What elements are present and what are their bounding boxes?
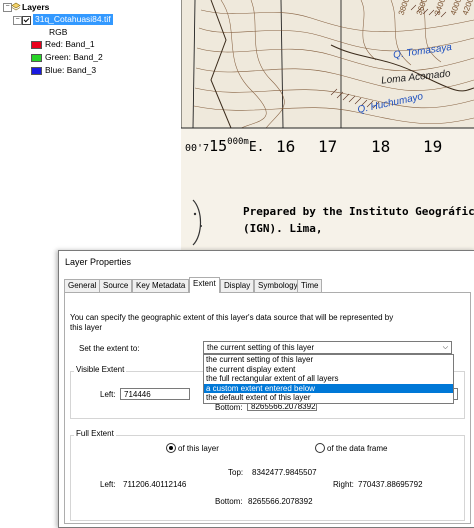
full-extent-title: Full Extent — [74, 429, 116, 438]
band-red-label: Red: Band_1 — [45, 39, 95, 49]
tab-time[interactable]: Time — [297, 279, 323, 292]
full-right-value: 770437.88695792 — [358, 480, 423, 489]
visible-left-field[interactable]: 714446 — [120, 388, 190, 400]
radio-this-layer-label[interactable]: of this layer — [178, 444, 219, 453]
tab-symbology[interactable]: Symbology — [254, 279, 302, 292]
grid-number: 18 — [371, 137, 391, 156]
grid-coordinate-label: 00'715000mE. — [185, 137, 265, 155]
layer-name[interactable]: 31q_Cotahuasi84.tif — [33, 14, 113, 25]
tab-source[interactable]: Source — [99, 279, 133, 292]
tab-key-metadata[interactable]: Key Metadata — [132, 279, 190, 292]
tab-display[interactable]: Display — [220, 279, 255, 292]
renderer-label: RGB — [49, 27, 68, 37]
green-swatch-icon — [31, 54, 42, 62]
dropdown-option[interactable]: the current setting of this layer — [204, 355, 453, 365]
full-top-label: Top: — [228, 468, 244, 477]
layer-properties-dialog: Layer Properties General Source Key Meta… — [58, 250, 474, 528]
red-swatch-icon — [31, 41, 42, 49]
extent-description: You can specify the geographic extent of… — [70, 313, 394, 332]
layers-icon — [11, 2, 21, 11]
map-margin — [134, 0, 181, 250]
full-top-value: 8342477.9845507 — [252, 468, 317, 477]
dialog-title: Layer Properties — [65, 257, 132, 267]
radio-data-frame-label[interactable]: of the data frame — [327, 444, 387, 453]
blue-swatch-icon — [31, 67, 42, 75]
layer-collapse-icon[interactable]: − — [13, 16, 22, 25]
visible-bottom-label: Bottom: — [215, 403, 243, 412]
radio-data-frame[interactable] — [315, 443, 325, 453]
grid-number: 17 — [318, 137, 338, 156]
map-credit: Prepared by the Instituto Geográfico — [243, 205, 474, 218]
dropdown-option[interactable]: the current display extent — [204, 365, 453, 375]
tab-general[interactable]: General — [64, 279, 101, 292]
tab-extent[interactable]: Extent — [189, 277, 220, 293]
extent-select[interactable]: the current setting of this layer ⌵ — [203, 341, 452, 354]
full-bottom-value: 8265566.2078392 — [248, 497, 313, 506]
full-right-label: Right: — [333, 480, 354, 489]
dropdown-option[interactable]: the default extent of this layer — [204, 393, 453, 403]
full-left-label: Left: — [100, 480, 116, 489]
grid-number: 19 — [423, 137, 443, 156]
grid-number: 16 — [276, 137, 296, 156]
visible-left-label: Left: — [100, 390, 116, 399]
table-of-contents-panel: − Layers − 31q_Cotahuasi84.tif RGB Red: … — [0, 0, 135, 250]
band-blue-label: Blue: Band_3 — [45, 65, 97, 75]
full-extent-group — [70, 435, 465, 521]
full-bottom-label: Bottom: — [215, 497, 243, 506]
toc-title: Layers — [22, 2, 50, 12]
extent-tab-panel: You can specify the geographic extent of… — [64, 292, 471, 524]
full-left-value: 711206.40112146 — [123, 480, 187, 489]
dropdown-option[interactable]: the full rectangular extent of all layer… — [204, 374, 453, 384]
extent-dropdown-list: the current setting of this layer the cu… — [203, 354, 454, 404]
chevron-down-icon: ⌵ — [442, 344, 448, 351]
map-view[interactable]: 3800 3600 3400 4000 4200 Q. Tomasaya Lom… — [181, 0, 474, 250]
set-extent-label: Set the extent to: — [79, 344, 140, 353]
visible-extent-title: Visible Extent — [74, 365, 127, 374]
map-credit: (IGN). Lima, — [243, 222, 323, 235]
dropdown-option-highlighted[interactable]: a custom extent entered below — [204, 383, 453, 393]
radio-this-layer[interactable] — [166, 443, 176, 453]
band-green-label: Green: Band_2 — [45, 52, 103, 62]
layer-visibility-checkbox[interactable] — [22, 16, 31, 25]
